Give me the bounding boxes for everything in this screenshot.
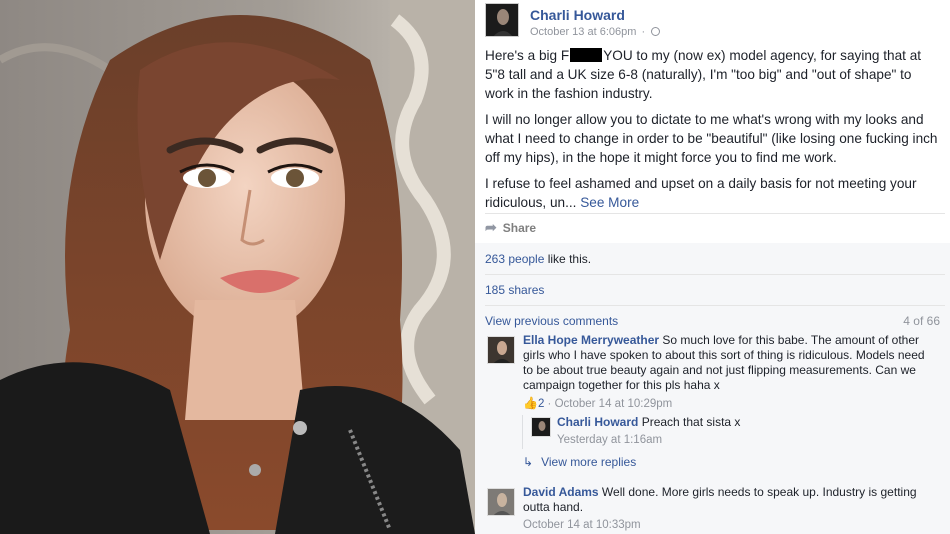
post-body: Here's a big F YOU to my (now ex) model a… (485, 46, 943, 219)
view-more-replies-link[interactable]: ↳ View more replies (523, 455, 636, 469)
comment-meta: 👍2 · October 14 at 10:29pm (523, 396, 933, 412)
post-text-1a: Here's a big F (485, 48, 570, 63)
redaction-bar (570, 48, 603, 62)
share-button[interactable]: ➦ Share (485, 219, 536, 236)
comment-time[interactable]: October 14 at 10:33pm (523, 518, 933, 533)
reply-time[interactable]: Yesterday at 1:16am (557, 433, 932, 448)
comment-content: David Adams Well done. More girls needs … (523, 485, 933, 533)
likes-count-link[interactable]: 263 people (485, 252, 544, 266)
share-label: Share (502, 220, 537, 235)
see-more-link[interactable]: See More (580, 195, 639, 210)
comment-author[interactable]: Ella Hope Merryweather (523, 333, 659, 347)
commenter-avatar[interactable] (487, 336, 515, 364)
reply-item: Charli Howard Preach that sista x Yester… (522, 415, 932, 449)
likes-summary: 263 people like this. (485, 252, 591, 266)
facebook-post-panel: Charli Howard October 13 at 6:06pm · Her… (475, 0, 950, 534)
commenter-avatar-image (488, 337, 514, 363)
reply-text: Preach that sista x (638, 415, 741, 429)
view-previous-comments-link[interactable]: View previous comments (485, 314, 618, 328)
post-paragraph-1: Here's a big F YOU to my (now ex) model a… (485, 46, 943, 103)
post-timestamp[interactable]: October 13 at 6:06pm · (530, 26, 661, 38)
post-paragraph-3: I refuse to feel ashamed and upset on a … (485, 174, 943, 212)
post-text-3: I refuse to feel ashamed and upset on a … (485, 176, 917, 210)
author-avatar[interactable] (485, 3, 519, 37)
divider (485, 305, 945, 306)
reply-arrow-icon: ↳ (523, 455, 534, 469)
reply-author[interactable]: Charli Howard (557, 415, 638, 429)
divider (485, 274, 945, 275)
comment-content: Ella Hope Merryweather So much love for … (523, 333, 933, 412)
profile-photo (0, 0, 475, 534)
comment-item: Ella Hope Merryweather So much love for … (485, 333, 940, 413)
meta-separator: · (641, 26, 646, 38)
photo-illustration (0, 0, 475, 534)
view-more-replies-label: View more replies (541, 455, 637, 469)
share-arrow-icon: ➦ (485, 219, 497, 235)
comment-item: David Adams Well done. More girls needs … (485, 485, 940, 533)
divider (485, 213, 945, 214)
comment-time[interactable]: · October 14 at 10:29pm (544, 398, 673, 410)
comment-count: 4 of 66 (903, 314, 940, 328)
commenter-avatar[interactable] (487, 488, 515, 516)
shares-link[interactable]: 185 shares (485, 283, 544, 297)
post-paragraph-2: I will no longer allow you to dictate to… (485, 112, 938, 165)
reply-avatar[interactable] (531, 417, 551, 437)
likes-suffix: like this. (544, 252, 592, 266)
thumbs-up-icon[interactable]: 👍 (523, 396, 538, 410)
reply-avatar-image (532, 418, 550, 436)
globe-icon (651, 27, 661, 36)
comment-author[interactable]: David Adams (523, 485, 599, 499)
commenter-avatar-image (488, 489, 514, 515)
author-avatar-image (486, 4, 518, 36)
post-timestamp-text[interactable]: October 13 at 6:06pm (530, 26, 636, 38)
post-author-name[interactable]: Charli Howard (530, 7, 625, 23)
reply-content: Charli Howard Preach that sista x Yester… (557, 415, 932, 448)
